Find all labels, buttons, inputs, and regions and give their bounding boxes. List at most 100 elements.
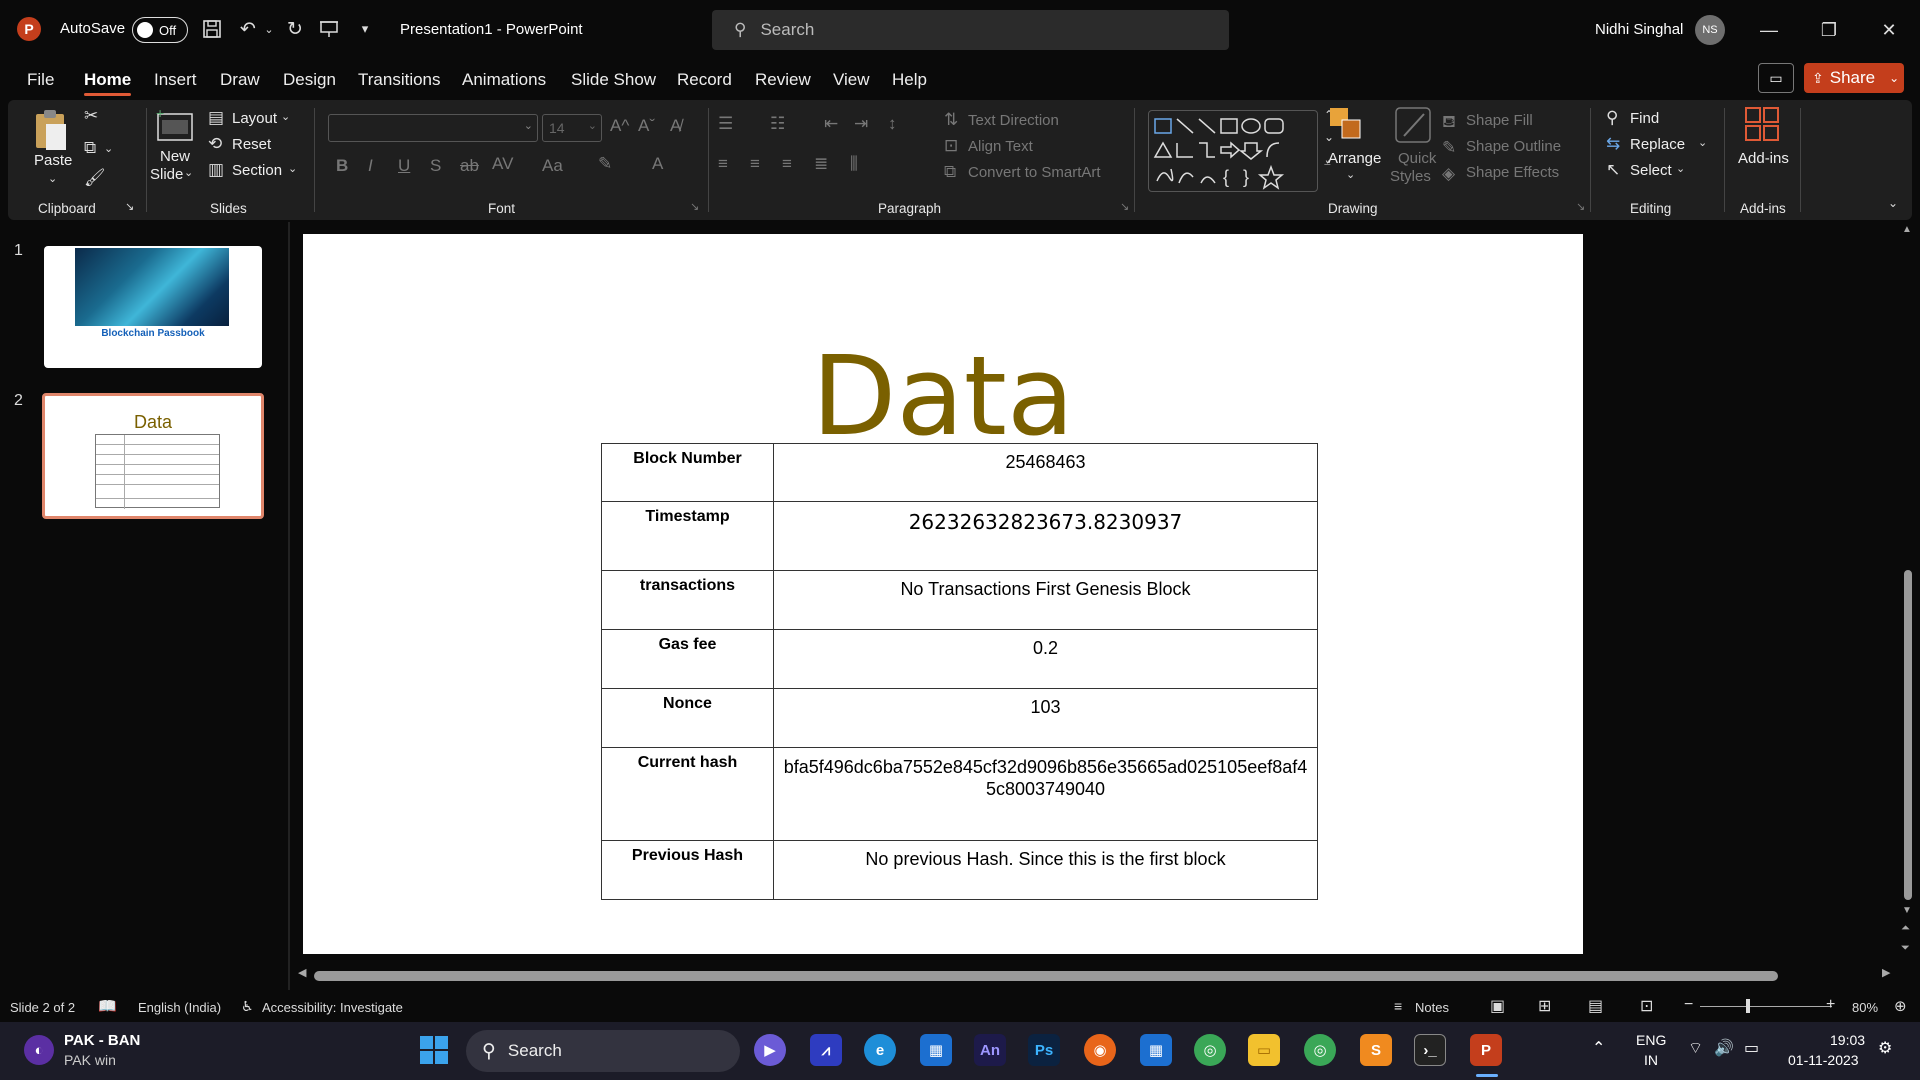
slide-sorter-icon[interactable]: ⊞ xyxy=(1538,996,1551,1016)
drawing-launcher-icon[interactable]: ↘ xyxy=(1576,200,1585,213)
table-row[interactable]: Previous Hash No previous Hash. Since th… xyxy=(601,840,1318,900)
tab-draw[interactable]: Draw xyxy=(220,70,260,90)
strikethrough-icon[interactable]: ab xyxy=(460,156,479,176)
shape-outline-button[interactable]: Shape Outline xyxy=(1466,138,1561,155)
numbering-icon[interactable]: ☷ xyxy=(770,114,785,134)
line-spacing-icon[interactable]: ↕ xyxy=(888,114,897,134)
present-from-start-icon[interactable] xyxy=(316,16,342,42)
spelling-icon[interactable]: 📖 xyxy=(98,997,117,1015)
slide-canvas[interactable]: Data Block Number 25468463 Timestamp 262… xyxy=(303,234,1583,954)
paste-icon[interactable] xyxy=(32,108,70,157)
weather-subtitle[interactable]: PAK win xyxy=(64,1052,116,1068)
table-value-cell[interactable]: 25468463 xyxy=(773,443,1318,502)
edge-browser-icon[interactable]: e xyxy=(864,1034,896,1066)
add-ins-button[interactable]: Add-ins xyxy=(1738,150,1789,167)
weather-icon[interactable]: ◐ xyxy=(24,1035,54,1065)
search-box[interactable]: ⚲ Search xyxy=(712,10,1229,50)
replace-button[interactable]: Replace xyxy=(1630,136,1685,153)
shape-effects-icon[interactable]: ◈ xyxy=(1442,164,1455,184)
restore-icon[interactable]: ❐ xyxy=(1814,16,1844,44)
table-value-cell[interactable]: No previous Hash. Since this is the firs… xyxy=(773,840,1318,900)
store-icon[interactable]: ▦ xyxy=(920,1034,952,1066)
paste-label[interactable]: Paste xyxy=(34,152,72,169)
previous-slide-icon[interactable]: ⏶ xyxy=(1901,922,1910,935)
table-key-cell[interactable]: Nonce xyxy=(601,688,774,748)
layout-icon[interactable]: ▤ xyxy=(208,108,224,128)
underline-icon[interactable]: U xyxy=(398,156,410,176)
paragraph-launcher-icon[interactable]: ↘ xyxy=(1120,200,1129,213)
tab-review[interactable]: Review xyxy=(755,70,811,90)
replace-icon[interactable]: ⇆ xyxy=(1606,134,1620,154)
tab-insert[interactable]: Insert xyxy=(154,70,197,90)
layout-chevron-icon[interactable]: ⌄ xyxy=(281,110,290,123)
zoom-out-icon[interactable]: − xyxy=(1684,996,1693,1014)
horizontal-scroll-thumb[interactable] xyxy=(314,971,1778,981)
bold-icon[interactable]: B xyxy=(336,156,348,176)
select-chevron-icon[interactable]: ⌄ xyxy=(1676,162,1685,175)
scroll-left-icon[interactable]: ◀ xyxy=(298,966,306,979)
photoshop-icon[interactable]: Ps xyxy=(1028,1034,1060,1066)
tab-view[interactable]: View xyxy=(833,70,870,90)
firefox-icon[interactable]: ◉ xyxy=(1084,1034,1116,1066)
increase-font-size-icon[interactable]: A^ xyxy=(610,116,629,136)
tab-help[interactable]: Help xyxy=(892,70,927,90)
reset-button[interactable]: Reset xyxy=(232,136,271,153)
table-value-cell[interactable]: 103 xyxy=(773,688,1318,748)
animate-icon[interactable]: An xyxy=(974,1034,1006,1066)
data-table[interactable]: Block Number 25468463 Timestamp 26232632… xyxy=(601,443,1318,900)
weather-title[interactable]: PAK - BAN xyxy=(64,1032,140,1049)
clipboard-launcher-icon[interactable]: ↘ xyxy=(125,200,134,213)
new-slide-icon[interactable]: + xyxy=(156,105,196,149)
table-key-cell[interactable]: Gas fee xyxy=(601,629,774,689)
table-key-cell[interactable]: Block Number xyxy=(601,443,774,502)
shape-fill-icon[interactable]: ⛾ xyxy=(1442,112,1456,134)
tab-home[interactable]: Home xyxy=(84,70,132,96)
customize-toolbar-icon[interactable]: ▾ xyxy=(352,16,378,42)
table-key-cell[interactable]: Timestamp xyxy=(601,501,774,571)
save-icon[interactable] xyxy=(199,16,225,42)
change-case-icon[interactable]: Aa xyxy=(542,156,563,176)
highlight-color-icon[interactable]: ✎ xyxy=(598,154,612,174)
tab-slide-show[interactable]: Slide Show xyxy=(571,70,656,90)
shape-effects-button[interactable]: Shape Effects xyxy=(1466,164,1559,181)
volume-icon[interactable]: 🔊 xyxy=(1714,1038,1734,1058)
select-icon[interactable]: ↖ xyxy=(1606,160,1620,180)
layout-button[interactable]: Layout xyxy=(232,110,277,127)
user-name[interactable]: Nidhi Singhal xyxy=(1595,21,1683,38)
cut-icon[interactable]: ✂ xyxy=(84,106,98,126)
quick-styles-label-1[interactable]: Quick xyxy=(1398,150,1436,167)
new-slide-label-1[interactable]: New xyxy=(160,148,190,165)
scroll-down-icon[interactable]: ▼ xyxy=(1902,905,1912,916)
comments-icon[interactable]: ▭ xyxy=(1758,63,1794,93)
start-windows-icon[interactable] xyxy=(418,1034,450,1066)
table-key-cell[interactable]: Current hash xyxy=(601,747,774,841)
minimize-icon[interactable]: — xyxy=(1754,16,1784,44)
share-button[interactable]: ⇪ Share ⌄ xyxy=(1804,63,1904,93)
powerpoint-taskbar-icon[interactable]: P xyxy=(1470,1034,1502,1066)
normal-view-icon[interactable]: ▣ xyxy=(1490,996,1505,1016)
align-center-icon[interactable]: ≡ xyxy=(750,154,760,174)
replace-chevron-icon[interactable]: ⌄ xyxy=(1698,136,1707,149)
new-slide-label-2[interactable]: Slide xyxy=(150,166,183,183)
table-row[interactable]: transactions No Transactions First Genes… xyxy=(601,570,1318,630)
format-painter-icon[interactable]: 🖌 xyxy=(84,168,106,188)
text-direction-button[interactable]: Text Direction xyxy=(968,112,1059,129)
battery-icon[interactable]: ▭ xyxy=(1744,1038,1759,1058)
slide-thumbnail-2[interactable]: Data xyxy=(42,393,264,519)
table-value-cell[interactable]: bfa5f496dc6ba7552e845cf32d9096b856e35665… xyxy=(773,747,1318,841)
align-right-icon[interactable]: ≡ xyxy=(782,154,792,174)
avatar[interactable]: NS xyxy=(1695,15,1725,45)
text-shadow-icon[interactable]: S xyxy=(430,156,441,176)
italic-icon[interactable]: I xyxy=(368,156,373,176)
undo-dropdown-chevron-icon[interactable]: ⌄ xyxy=(256,16,282,42)
shapes-gallery[interactable]: { } xyxy=(1148,110,1318,192)
arrange-icon[interactable] xyxy=(1328,106,1368,151)
decrease-indent-icon[interactable]: ⇤ xyxy=(824,114,838,134)
copy-icon[interactable]: ⧉ xyxy=(84,138,96,158)
bullets-icon[interactable]: ☰ xyxy=(718,114,733,134)
table-row[interactable]: Block Number 25468463 xyxy=(601,443,1318,502)
font-launcher-icon[interactable]: ↘ xyxy=(690,200,699,213)
decrease-font-size-icon[interactable]: Aˇ xyxy=(638,116,655,136)
close-icon[interactable]: ✕ xyxy=(1874,16,1904,44)
clock-date[interactable]: 01-11-2023 xyxy=(1788,1052,1859,1068)
